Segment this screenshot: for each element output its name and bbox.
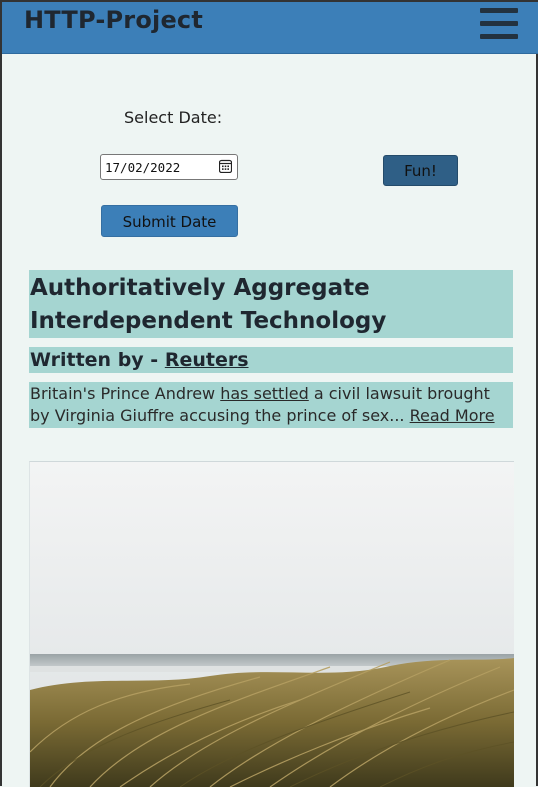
article-author: Written by - Reuters xyxy=(29,347,513,373)
menu-bar xyxy=(480,21,518,26)
author-prefix: Written by - xyxy=(30,349,165,371)
menu-bar xyxy=(480,34,518,39)
article-summary: Britain's Prince Andrew has settled a ci… xyxy=(29,382,513,428)
calendar-icon[interactable] xyxy=(219,159,232,173)
date-input[interactable]: 17/02/2022 xyxy=(100,154,238,180)
beach-grass-photo xyxy=(30,462,514,787)
date-label: Select Date: xyxy=(124,108,223,127)
read-more-link[interactable]: Read More xyxy=(410,406,495,425)
submit-date-button[interactable]: Submit Date xyxy=(101,205,238,237)
fun-button[interactable]: Fun! xyxy=(383,155,458,186)
top-navbar: HTTP-Project xyxy=(2,0,538,54)
article-title: Authoritatively Aggregate Interdependent… xyxy=(29,270,513,338)
menu-bar xyxy=(480,8,518,13)
site-title: HTTP-Project xyxy=(24,6,204,34)
article-image xyxy=(29,461,514,787)
summary-text-start: Britain's Prince Andrew xyxy=(30,384,221,403)
hamburger-menu-icon[interactable] xyxy=(480,8,518,40)
summary-inline-link[interactable]: has settled xyxy=(220,384,309,403)
date-input-value: 17/02/2022 xyxy=(105,160,181,175)
author-link[interactable]: Reuters xyxy=(165,349,249,371)
